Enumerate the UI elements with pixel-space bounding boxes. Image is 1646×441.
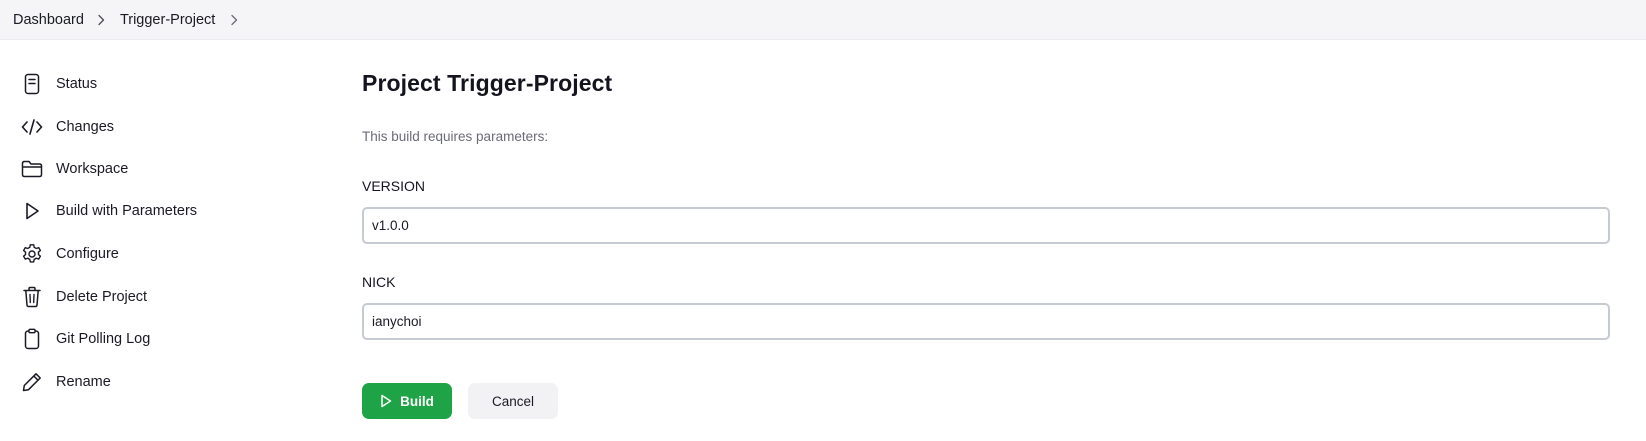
sidebar-item-label: Build with Parameters [56,203,198,219]
version-input[interactable] [362,207,1610,244]
build-button-label: Build [400,393,434,409]
build-description: This build requires parameters: [362,129,549,144]
sidebar-item-label: Changes [56,119,115,135]
sidebar-item-git-polling-log[interactable]: Git Polling Log [20,323,300,355]
sidebar-item-status[interactable]: Status [20,68,300,100]
play-icon [380,394,392,408]
nick-input[interactable] [362,303,1610,340]
page-title: Project Trigger-Project [362,70,613,96]
sidebar-item-workspace[interactable]: Workspace [20,153,300,185]
document-icon [20,72,44,96]
chevron-right-icon [84,12,120,28]
sidebar-item-label: Configure [56,246,119,262]
build-button[interactable]: Build [362,383,452,419]
breadcrumb-dashboard[interactable]: Dashboard [13,12,84,28]
cancel-button-label: Cancel [491,393,535,409]
sidebar-item-configure[interactable]: Configure [20,238,300,270]
play-icon [20,199,44,223]
sidebar-item-delete-project[interactable]: Delete Project [20,281,300,313]
sidebar-item-label: Status [56,76,98,92]
parameter-label-nick: NICK [362,274,396,290]
breadcrumb-trigger-project[interactable]: Trigger-Project [120,12,215,28]
sidebar-item-label: Delete Project [56,289,148,305]
sidebar-item-label: Git Polling Log [56,331,151,347]
pencil-icon [20,370,44,394]
sidebar-item-label: Rename [56,374,111,390]
gear-icon [20,242,44,266]
breadcrumb: Dashboard Trigger-Project [0,0,1646,40]
sidebar-item-rename[interactable]: Rename [20,366,300,398]
cancel-button[interactable]: Cancel [468,383,558,419]
sidebar-item-label: Workspace [56,161,129,177]
parameter-label-version: VERSION [362,178,426,194]
sidebar-item-build-with-parameters[interactable]: Build with Parameters [20,195,300,227]
code-icon [20,115,44,139]
sidebar-item-changes[interactable]: Changes [20,111,300,143]
clipboard-icon [20,327,44,351]
trash-icon [20,285,44,309]
folder-icon [20,157,44,181]
chevron-right-icon[interactable] [215,12,251,28]
